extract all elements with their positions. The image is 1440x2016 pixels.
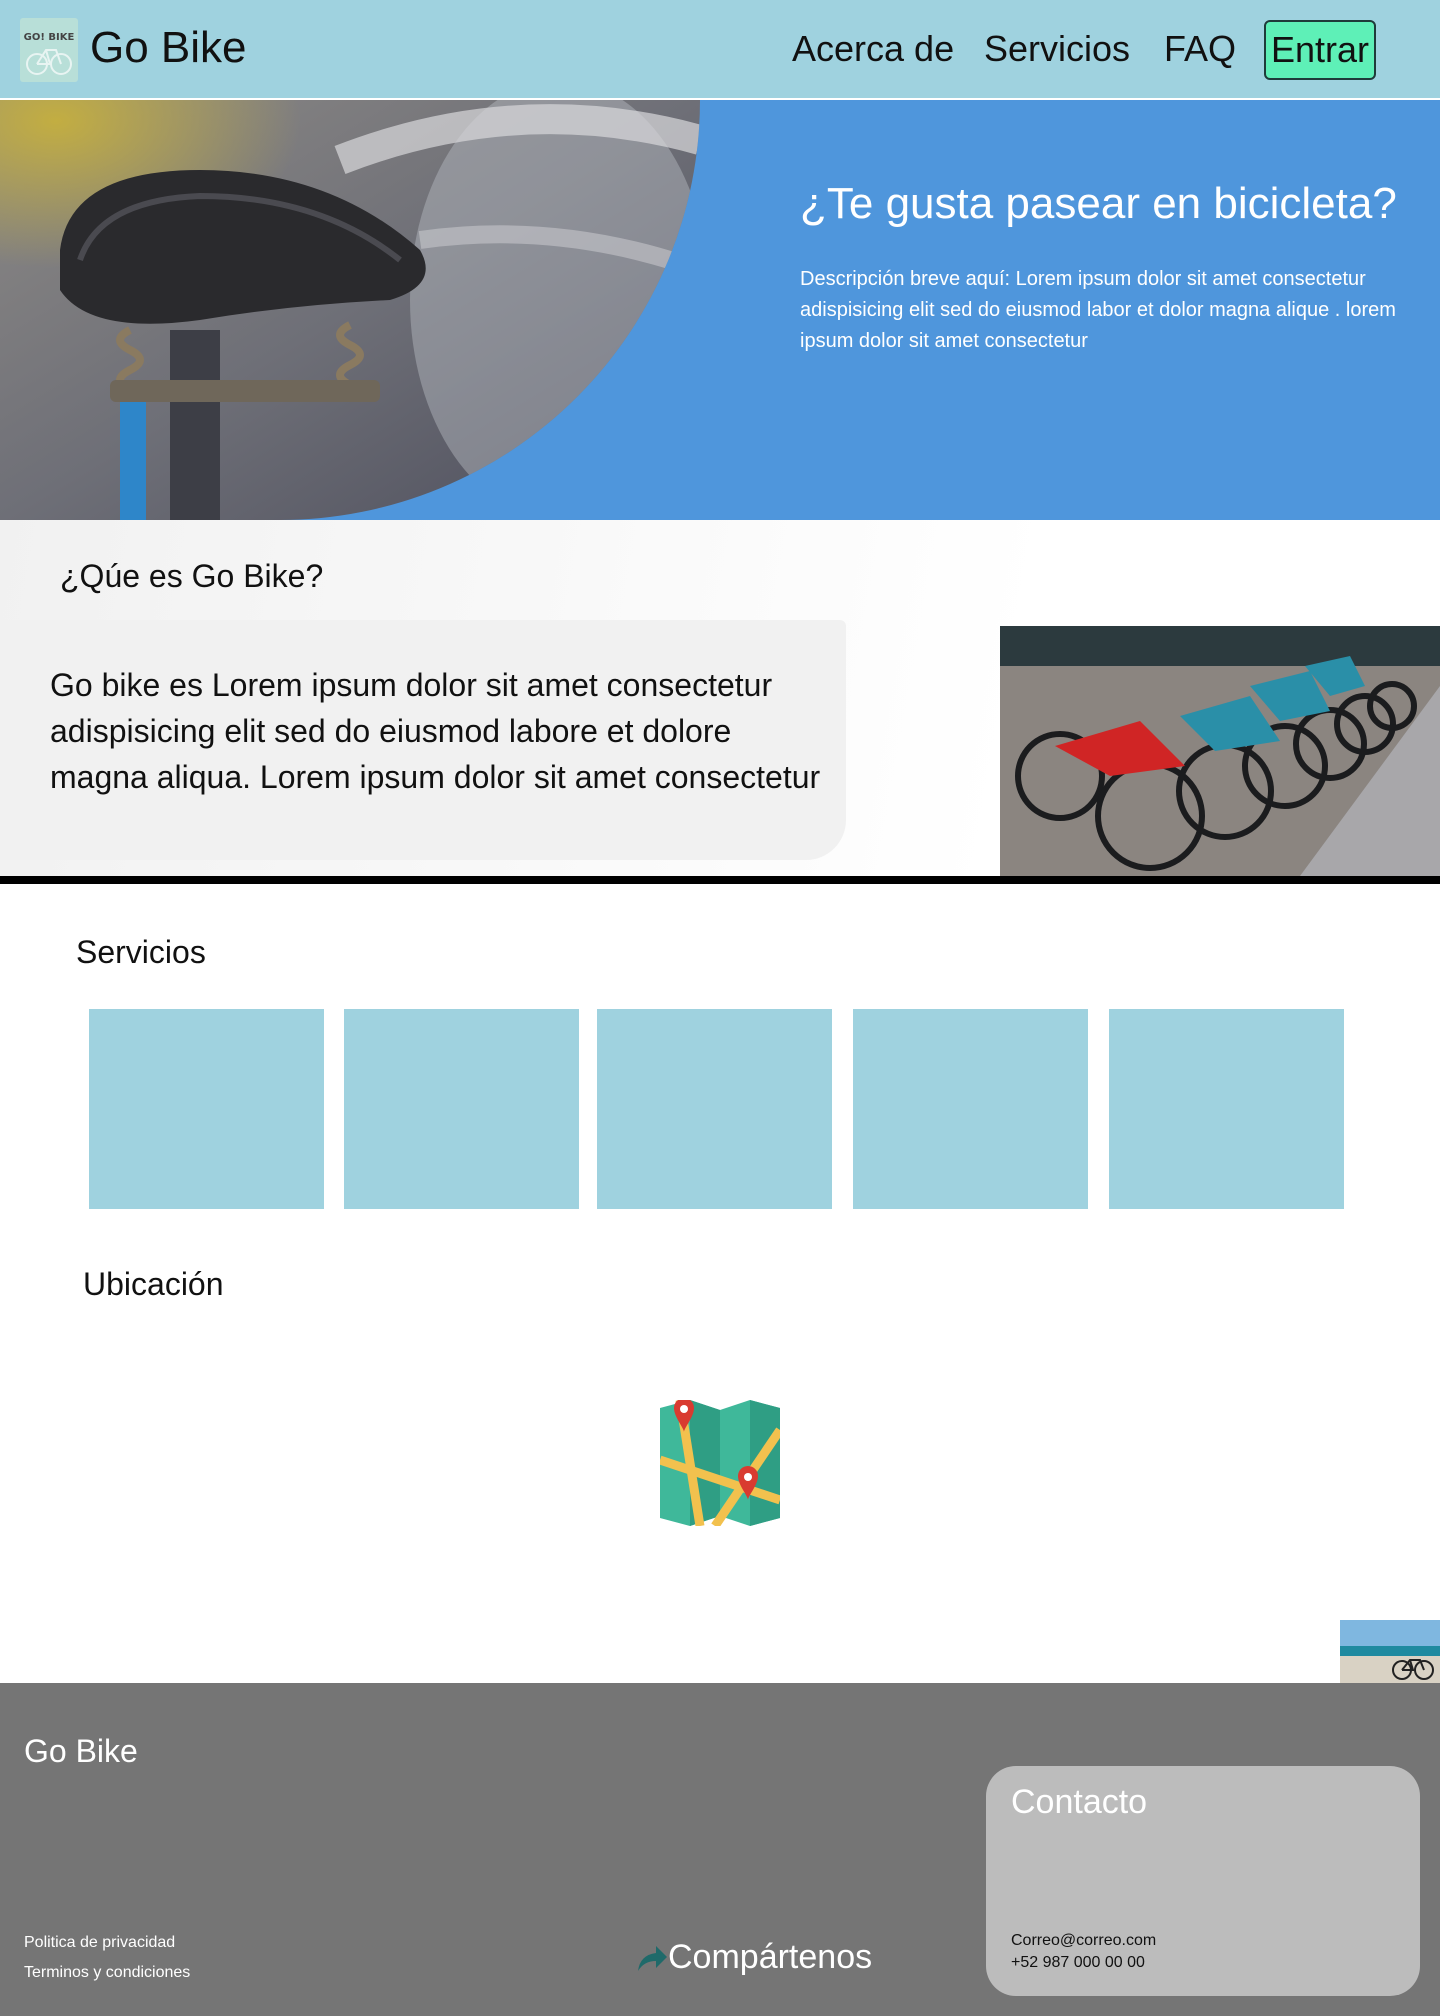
about-title: ¿Qúe es Go Bike?: [60, 558, 324, 594]
contact-email[interactable]: Correo@correo.com: [1011, 1930, 1156, 1952]
brand-name[interactable]: Go Bike: [90, 18, 247, 78]
privacy-policy-link[interactable]: Politica de privacidad: [24, 1932, 175, 1954]
nav-about[interactable]: Acerca de: [792, 24, 954, 74]
hero-section: ¿Te gusta pasear en bicicleta? Descripci…: [0, 100, 1440, 520]
section-divider: [0, 876, 1440, 884]
contact-title: Contacto: [1011, 1783, 1148, 1821]
hero-title: ¿Te gusta pasear en bicicleta?: [800, 179, 1397, 228]
bike-seat-image: [0, 100, 700, 520]
hero-bike-seat-photo: [0, 100, 700, 520]
logo[interactable]: GO! BIKE: [20, 18, 78, 82]
site-header: GO! BIKE Go Bike Acerca de Servicios FAQ…: [0, 0, 1440, 100]
service-card[interactable]: [1109, 1009, 1344, 1209]
footer-brand: Go Bike: [24, 1733, 138, 1769]
bikes-row-photo: [1000, 626, 1440, 876]
site-footer: Go Bike Politica de privacidad Terminos …: [0, 1683, 1440, 2016]
bikes-row-image: [1000, 626, 1440, 876]
nav-faq[interactable]: FAQ: [1164, 24, 1236, 74]
beach-bike-thumbnail: [1340, 1620, 1440, 1683]
nav-services[interactable]: Servicios: [984, 24, 1130, 74]
services-title: Servicios: [76, 934, 206, 970]
map-icon[interactable]: [658, 1398, 784, 1529]
service-card[interactable]: [89, 1009, 324, 1209]
login-button[interactable]: Entrar: [1264, 20, 1376, 80]
share-arrow-icon: [638, 1946, 667, 1971]
hero-description: Descripción breve aquí: Lorem ipsum dolo…: [800, 268, 1396, 352]
service-card[interactable]: [597, 1009, 832, 1209]
share-label: Compártenos: [668, 1938, 873, 1976]
service-card[interactable]: [344, 1009, 579, 1209]
terms-link[interactable]: Terminos y condiciones: [24, 1962, 190, 1984]
beach-bike-image: [1340, 1620, 1440, 1683]
contact-phone[interactable]: +52 987 000 00 00: [1011, 1952, 1145, 1974]
about-text: Go bike es Lorem ipsum dolor sit amet co…: [50, 667, 821, 795]
bicycle-logo-icon: [26, 49, 72, 75]
service-card[interactable]: [853, 1009, 1088, 1209]
contact-card: Contacto Correo@correo.com +52 987 000 0…: [986, 1766, 1420, 1996]
about-card: Go bike es Lorem ipsum dolor sit amet co…: [0, 620, 846, 860]
location-title: Ubicación: [83, 1266, 224, 1302]
about-section: ¿Qúe es Go Bike? Go bike es Lorem ipsum …: [0, 520, 1440, 876]
